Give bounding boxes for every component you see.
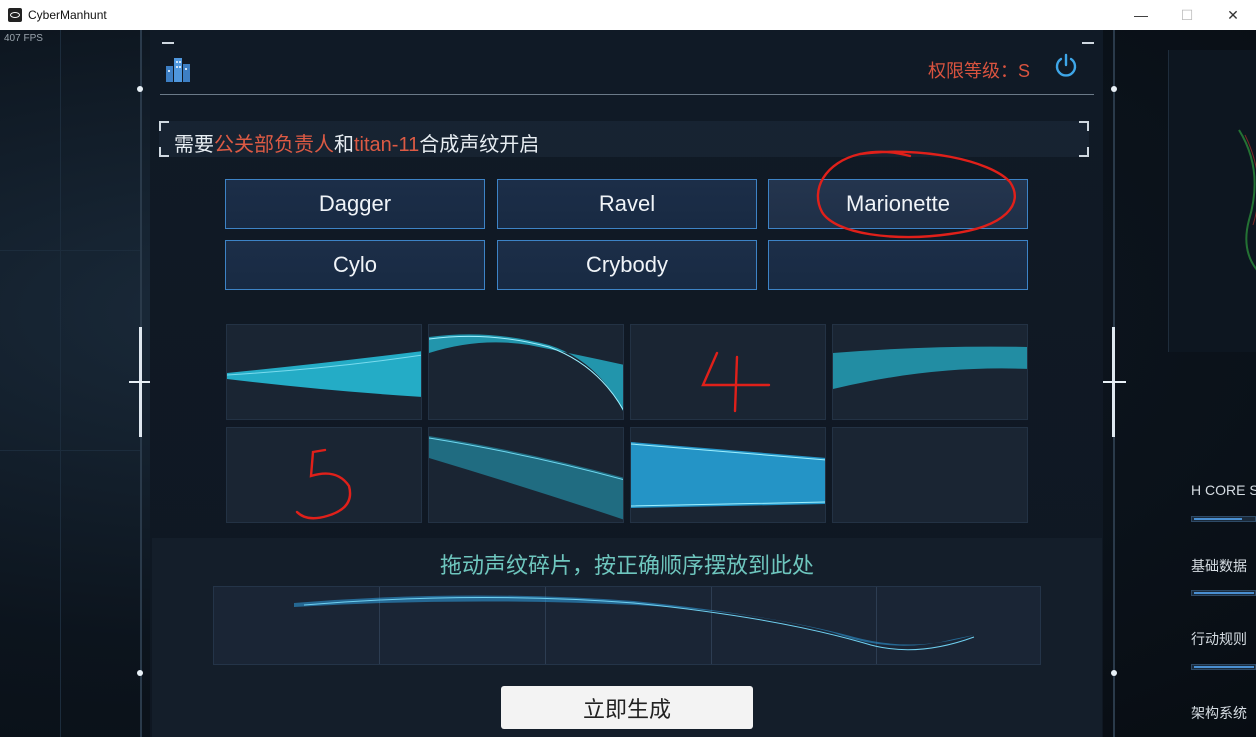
name-button-crybody[interactable]: Crybody — [497, 240, 757, 290]
voiceprint-drop-zone[interactable] — [213, 586, 1041, 665]
side-label-architecture: 架构系统 — [1191, 705, 1247, 721]
name-button-cylo[interactable]: Cylo — [225, 240, 485, 290]
window-titlebar: CyberManhunt — ☐ ✕ — [0, 0, 1256, 31]
name-button-dagger[interactable]: Dagger — [225, 179, 485, 229]
fps-counter: 407 FPS — [4, 33, 43, 44]
assembled-waveform — [294, 595, 975, 651]
requirement-text: 需要公关部负责人和titan-11合成声纹开启 — [174, 134, 540, 156]
voiceprint-fragment-8[interactable] — [832, 427, 1028, 523]
name-button-empty[interactable] — [768, 240, 1028, 290]
voiceprint-fragment-2[interactable] — [428, 324, 624, 420]
maximize-button[interactable]: ☐ — [1164, 0, 1210, 30]
power-icon[interactable] — [1052, 52, 1080, 80]
game-viewport: 407 FPS H CORE S 基础数据 行动规则 架构系统 权限等级：S 需… — [0, 30, 1256, 737]
side-label-action-rules: 行动规则 — [1191, 631, 1247, 647]
header-divider — [160, 94, 1094, 95]
side-display — [1168, 50, 1256, 352]
drop-hint: 拖动声纹碎片，按正确顺序摆放到此处 — [439, 553, 814, 578]
required-person-1: 公关部负责人 — [214, 134, 334, 156]
window-title: CyberManhunt — [28, 8, 107, 22]
side-bar-basic-data — [1191, 590, 1256, 596]
app-icon — [8, 8, 22, 22]
name-button-ravel[interactable]: Ravel — [497, 179, 757, 229]
required-person-2: titan-11 — [354, 134, 420, 156]
generate-button[interactable]: 立即生成 — [501, 686, 753, 729]
voiceprint-fragment-1[interactable] — [226, 324, 422, 420]
voiceprint-fragment-6[interactable] — [428, 427, 624, 523]
side-bar-action-rules — [1191, 664, 1256, 670]
building-logo-icon — [166, 58, 190, 82]
voiceprint-fragment-3[interactable] — [630, 324, 826, 420]
minimize-button[interactable]: — — [1118, 0, 1164, 30]
side-label-hcore: H CORE S — [1191, 482, 1256, 498]
close-button[interactable]: ✕ — [1210, 0, 1256, 30]
right-crosshair — [1102, 381, 1126, 383]
side-bar-hcore — [1191, 516, 1256, 522]
voiceprint-fragment-7[interactable] — [630, 427, 826, 523]
voiceprint-fragment-5[interactable] — [226, 427, 422, 523]
clearance-level: 权限等级：S — [927, 61, 1030, 81]
annotation-circle — [816, 150, 1016, 239]
voiceprint-fragment-4[interactable] — [832, 324, 1028, 420]
side-label-basic-data: 基础数据 — [1191, 558, 1247, 574]
